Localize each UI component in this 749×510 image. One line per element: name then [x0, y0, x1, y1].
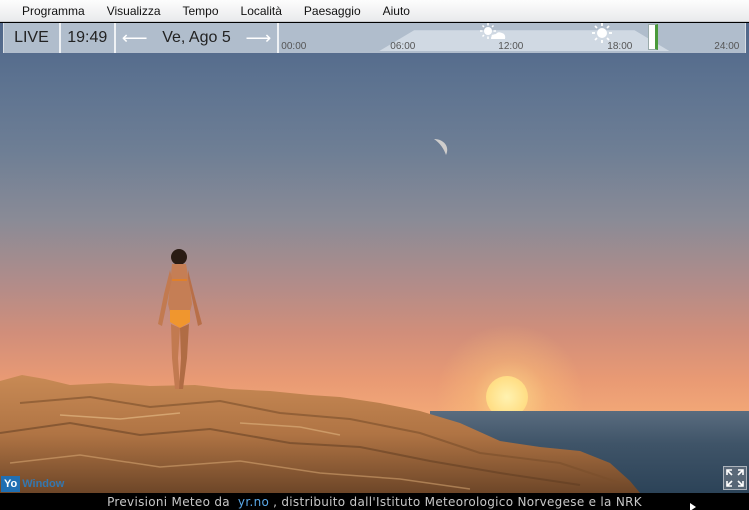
- tick-06: 06:00: [390, 41, 416, 52]
- credits-bar: Previsioni Meteo da yr.no , distribuito …: [0, 493, 749, 510]
- mouse-cursor-icon: [690, 503, 696, 510]
- current-time-handle[interactable]: [648, 24, 659, 50]
- menu-programma[interactable]: Programma: [11, 0, 96, 22]
- menu-aiuto[interactable]: Aiuto: [372, 0, 421, 22]
- partly-cloudy-icon: [480, 23, 506, 39]
- logo-yo: Yo: [1, 476, 21, 492]
- tick-00: 00:00: [281, 41, 307, 52]
- yowindow-logo[interactable]: Yo Window: [1, 476, 64, 492]
- menu-localita[interactable]: Località: [230, 0, 293, 22]
- menu-bar: Programma Visualizza Tempo Località Paes…: [0, 0, 749, 22]
- menu-visualizza[interactable]: Visualizza: [96, 0, 172, 22]
- logo-window: Window: [22, 478, 65, 490]
- time-toolbar: LIVE 19:49 ⟵ Ve, Ago 5 ⟶ 00:00 06:00 12:…: [0, 23, 749, 53]
- expand-icon: [726, 469, 744, 487]
- woman-figure: [158, 249, 202, 389]
- tick-24: 24:00: [714, 41, 740, 52]
- sun-icon: [592, 23, 613, 43]
- fullscreen-button[interactable]: [723, 466, 747, 490]
- rocky-cliff: [0, 375, 640, 493]
- landscape-scene: [0, 23, 749, 493]
- credits-suffix: , distribuito dall'Istituto Meteorologic…: [273, 494, 642, 509]
- menu-tempo[interactable]: Tempo: [172, 0, 230, 22]
- timeline-slider[interactable]: 00:00 06:00 12:00 18:00 24:00: [279, 23, 747, 53]
- menu-paesaggio[interactable]: Paesaggio: [293, 0, 372, 22]
- yr-link[interactable]: yr.no: [238, 495, 269, 509]
- live-button[interactable]: LIVE: [3, 23, 61, 53]
- tick-12: 12:00: [498, 41, 524, 52]
- prev-day-arrow-icon[interactable]: ⟵: [122, 29, 148, 47]
- next-day-arrow-icon[interactable]: ⟶: [245, 29, 271, 47]
- date-navigator: ⟵ Ve, Ago 5 ⟶: [115, 23, 280, 53]
- current-time[interactable]: 19:49: [60, 23, 116, 53]
- date-label: Ve, Ago 5: [162, 29, 231, 46]
- credits-prefix: Previsioni Meteo da: [107, 494, 230, 509]
